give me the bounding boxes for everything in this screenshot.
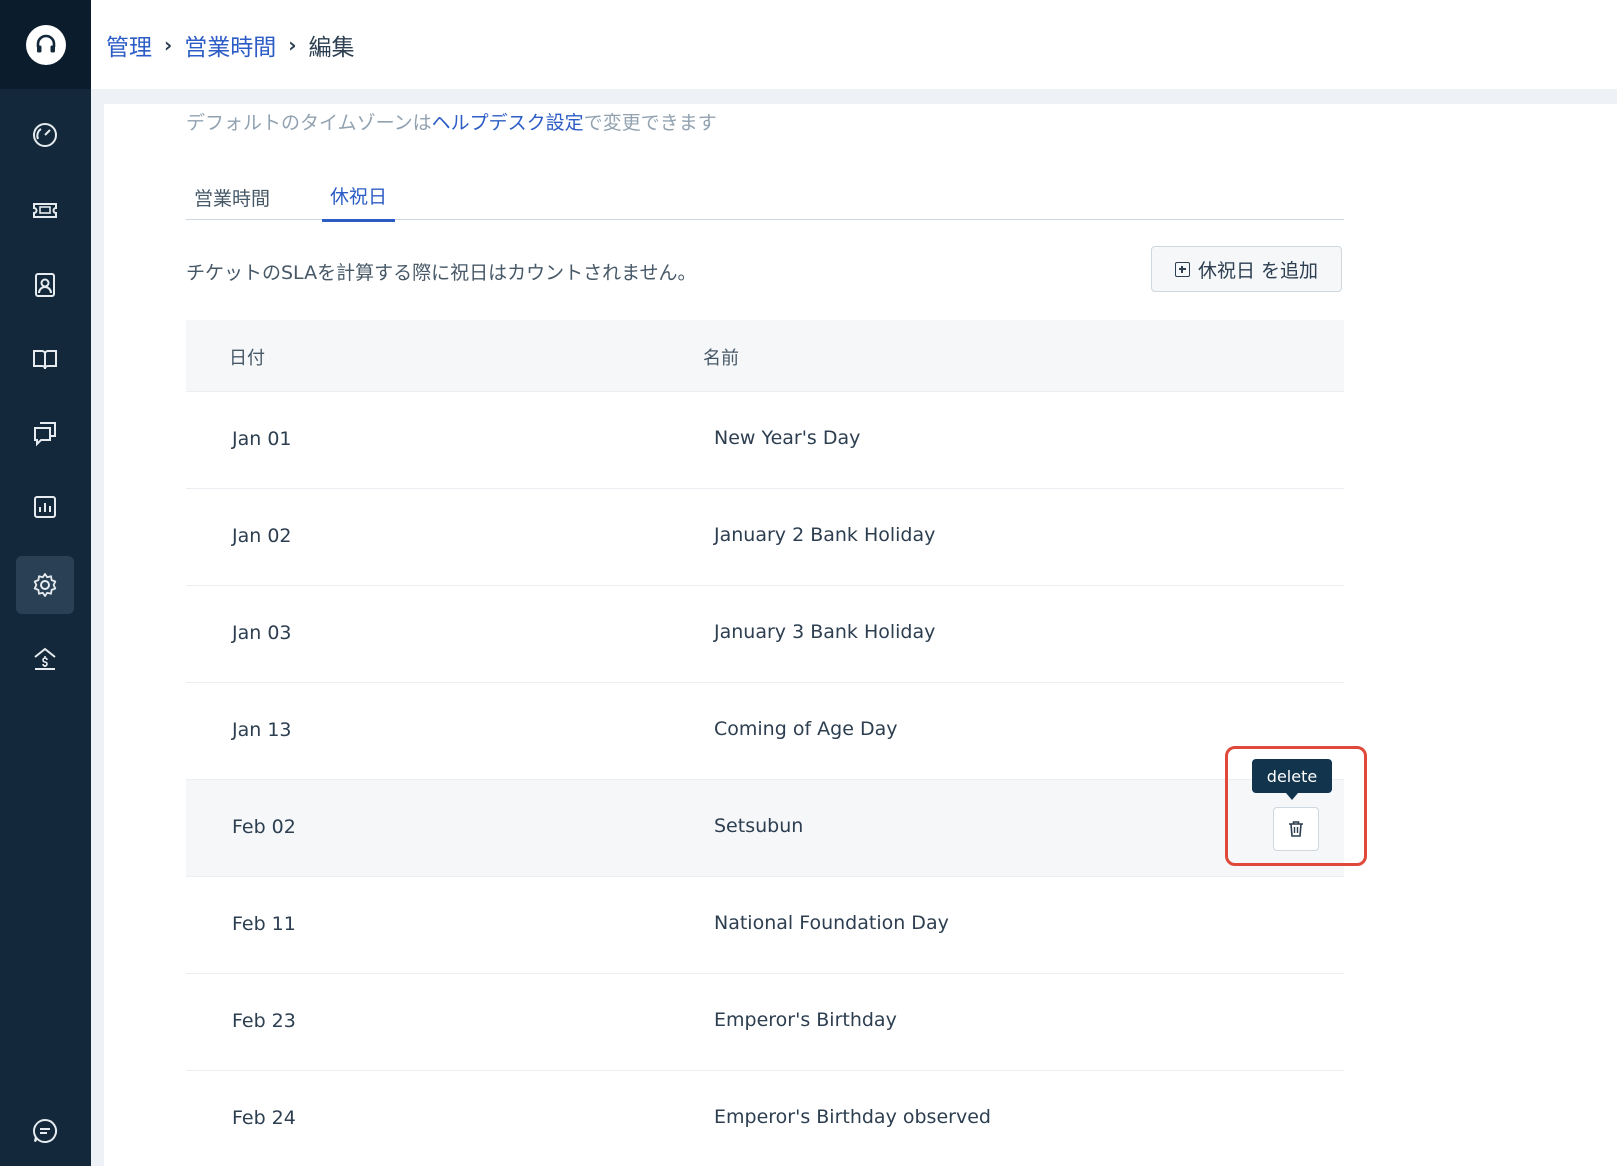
holiday-date: Jan 13: [232, 719, 292, 741]
table-row[interactable]: Feb 23 Emperor's Birthday: [186, 974, 1344, 1071]
holiday-name: New Year's Day: [714, 427, 861, 449]
timezone-note-prefix: デフォルトのタイムゾーンは: [186, 112, 432, 134]
sidebar-item-messages[interactable]: [16, 1102, 74, 1160]
breadcrumb-admin-link[interactable]: 管理: [106, 28, 152, 62]
holiday-name: Emperor's Birthday: [714, 1009, 897, 1031]
table-row[interactable]: Jan 03 January 3 Bank Holiday: [186, 586, 1344, 683]
report-icon: [34, 496, 56, 518]
sidebar-item-dashboard[interactable]: [16, 106, 74, 164]
table-row[interactable]: Feb 02 Setsubun: [186, 780, 1344, 877]
column-header-date: 日付: [229, 348, 265, 369]
sidebar-item-admin[interactable]: [16, 556, 74, 614]
upgrade-icon: [34, 647, 56, 670]
holiday-name: January 3 Bank Holiday: [714, 621, 936, 643]
breadcrumb: 管理 › 営業時間 › 編集: [91, 0, 1617, 89]
ticket-icon: [33, 203, 57, 218]
chevron-right-icon: ›: [288, 32, 297, 57]
holiday-table: 日付 名前 Jan 01 New Year's Day Jan 02 Janua…: [186, 320, 1344, 1166]
add-holiday-button-label: 休祝日 を追加: [1197, 259, 1319, 282]
column-header-name: 名前: [703, 348, 739, 369]
dashboard-icon: [33, 123, 57, 147]
plus-square-icon: [1174, 261, 1190, 277]
breadcrumb-current: 編集: [308, 34, 355, 61]
tab-business-hours[interactable]: 営業時間: [186, 184, 278, 221]
tab-holidays[interactable]: 休祝日: [322, 182, 396, 222]
breadcrumb-business-hours-link[interactable]: 営業時間: [184, 28, 276, 62]
sidebar: [0, 0, 91, 1166]
table-row[interactable]: Jan 02 January 2 Bank Holiday: [186, 489, 1344, 586]
table-row[interactable]: Jan 13 Coming of Age Day: [186, 683, 1344, 780]
sidebar-item-reports[interactable]: [16, 478, 74, 536]
table-row[interactable]: Jan 01 New Year's Day: [186, 392, 1344, 489]
timezone-note-suffix: で変更できます: [583, 112, 717, 134]
message-icon: [33, 1118, 58, 1143]
sidebar-item-tickets[interactable]: [16, 181, 74, 239]
highlight-box: [1225, 746, 1367, 866]
holiday-date: Jan 03: [232, 622, 292, 644]
contact-icon: [35, 273, 55, 297]
holiday-date: Jan 02: [232, 525, 292, 547]
holiday-name: National Foundation Day: [714, 912, 949, 934]
main-content: デフォルトのタイムゾーンはヘルプデスク設定で変更できます 営業時間 休祝日 チケ…: [104, 104, 1617, 1166]
add-holiday-button[interactable]: 休祝日 を追加: [1151, 246, 1342, 292]
holiday-date: Feb 02: [232, 816, 296, 838]
sidebar-item-solutions[interactable]: [16, 330, 74, 388]
tab-bar: 営業時間 休祝日: [186, 170, 1344, 222]
headset-logo-icon: [25, 24, 66, 65]
chevron-right-icon: ›: [164, 32, 173, 57]
table-row[interactable]: Feb 24 Emperor's Birthday observed: [186, 1071, 1344, 1166]
table-header: 日付 名前: [186, 320, 1344, 392]
holiday-name: Setsubun: [714, 815, 804, 837]
sidebar-item-upgrade[interactable]: [16, 630, 74, 688]
holiday-name: January 2 Bank Holiday: [714, 524, 936, 546]
chat-icon: [34, 422, 56, 447]
logo-area[interactable]: [0, 0, 91, 89]
sla-note: チケットのSLAを計算する際に祝日はカウントされません。: [186, 262, 697, 284]
timezone-note: デフォルトのタイムゾーンはヘルプデスク設定で変更できます: [186, 108, 717, 135]
sidebar-item-contacts[interactable]: [16, 256, 74, 314]
holiday-name: Coming of Age Day: [714, 718, 898, 740]
helpdesk-settings-link[interactable]: ヘルプデスク設定: [432, 112, 584, 134]
holiday-name: Emperor's Birthday observed: [714, 1106, 991, 1128]
table-row[interactable]: Feb 11 National Foundation Day: [186, 877, 1344, 974]
holiday-date: Jan 01: [232, 428, 292, 450]
holiday-date: Feb 23: [232, 1010, 296, 1032]
book-icon: [33, 350, 57, 370]
sidebar-item-discussions[interactable]: [16, 404, 74, 462]
holiday-date: Feb 24: [232, 1107, 296, 1129]
holiday-date: Feb 11: [232, 913, 296, 935]
gear-icon: [33, 573, 57, 597]
